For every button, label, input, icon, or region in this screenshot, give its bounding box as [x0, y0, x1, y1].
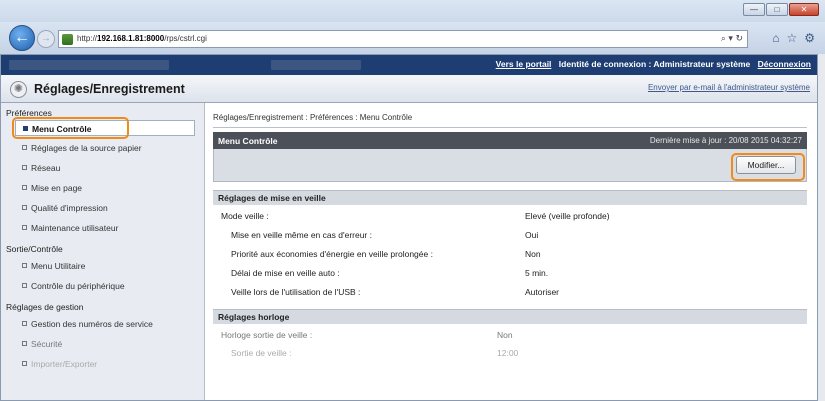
- bullet-icon: [22, 361, 27, 366]
- section-clock-settings: Réglages horloge: [213, 309, 807, 324]
- panel-toolbar: Modifier...: [213, 149, 807, 182]
- main-content: Réglages/Enregistrement : Préférences : …: [213, 103, 813, 400]
- logout-link[interactable]: Déconnexion: [758, 59, 811, 69]
- forward-button[interactable]: →: [37, 30, 55, 48]
- top-navigation-bar: Vers le portail Identité de connexion : …: [1, 55, 817, 75]
- bullet-icon: [22, 205, 27, 210]
- setting-label: Délai de mise en veille auto :: [231, 268, 340, 278]
- breadcrumb: Réglages/Enregistrement : Préférences : …: [213, 113, 413, 122]
- web-page: Vers le portail Identité de connexion : …: [0, 54, 818, 401]
- browser-navbar: ← → http://192.168.1.81:8000/rps/cstrl.c…: [0, 22, 825, 54]
- sidebar-item-label: Contrôle du périphérique: [31, 281, 125, 291]
- setting-value: Non: [525, 249, 541, 259]
- settings-logo-icon: ✺: [10, 81, 27, 98]
- sidebar-item-securite[interactable]: Sécurité: [15, 336, 195, 352]
- sidebar-item-controle-peripherique[interactable]: Contrôle du périphérique: [15, 278, 195, 294]
- highlight-outline: [731, 153, 805, 181]
- device-name-blurred: [9, 60, 169, 70]
- setting-label: Sortie de veille :: [231, 348, 292, 358]
- address-bar[interactable]: http://192.168.1.81:8000/rps/cstrl.cgi ⌕…: [58, 30, 748, 48]
- sidebar-section-reglages-gestion: Réglages de gestion: [6, 302, 84, 312]
- email-admin-link[interactable]: Envoyer par e-mail à l'administrateur sy…: [648, 83, 810, 92]
- sidebar-item-label: Qualité d'impression: [31, 203, 108, 213]
- setting-value: Non: [497, 330, 513, 340]
- bullet-icon: [22, 225, 27, 230]
- sidebar-item-label: Réglages de la source papier: [31, 143, 142, 153]
- sidebar: Préférences Menu Contrôle Réglages de la…: [1, 103, 205, 400]
- sidebar-item-label: Mise en page: [31, 183, 83, 193]
- setting-value: Autoriser: [525, 287, 560, 297]
- sidebar-item-source-papier[interactable]: Réglages de la source papier: [15, 140, 195, 156]
- last-update-timestamp: Dernière mise à jour : 20/08 2015 04:32:…: [649, 136, 802, 145]
- setting-value: 12:00: [497, 348, 519, 358]
- top-links: Vers le portail Identité de connexion : …: [491, 59, 811, 69]
- page-title: Réglages/Enregistrement: [34, 82, 185, 96]
- back-button[interactable]: ←: [9, 25, 35, 51]
- sidebar-item-reseau[interactable]: Réseau: [15, 160, 195, 176]
- bullet-icon: [22, 321, 27, 326]
- sidebar-item-label: Gestion des numéros de service: [31, 319, 153, 329]
- bullet-icon: [22, 263, 27, 268]
- sidebar-item-menu-utilitaire[interactable]: Menu Utilitaire: [15, 258, 195, 274]
- sidebar-item-numeros-service[interactable]: Gestion des numéros de service: [15, 316, 195, 332]
- sidebar-item-qualite[interactable]: Qualité d'impression: [15, 200, 195, 216]
- home-icon[interactable]: ⌂: [772, 31, 779, 45]
- sidebar-item-maintenance[interactable]: Maintenance utilisateur: [15, 220, 195, 236]
- favorites-star-icon[interactable]: ☆: [786, 31, 797, 45]
- setting-value: Oui: [525, 230, 539, 240]
- maximize-button[interactable]: □: [766, 3, 788, 16]
- bullet-icon: [22, 283, 27, 288]
- page-header: ✺ Réglages/Enregistrement Envoyer par e-…: [1, 75, 817, 103]
- section-sleep-settings: Réglages de mise en veille: [213, 190, 807, 205]
- setting-label: Priorité aux économies d'énergie en veil…: [231, 249, 433, 259]
- site-icon: [62, 34, 73, 45]
- bullet-icon: [22, 185, 27, 190]
- setting-label: Mode veille :: [221, 211, 269, 221]
- bullet-icon: [22, 145, 27, 150]
- close-window-button[interactable]: ✕: [789, 3, 819, 16]
- window-controls: — □ ✕: [743, 3, 819, 16]
- setting-label: Veille lors de l'utilisation de l'USB :: [231, 287, 361, 297]
- address-tools[interactable]: ⌕ ▾ ↻: [721, 33, 743, 44]
- setting-label: Mise en veille même en cas d'erreur :: [231, 230, 372, 240]
- highlight-outline: [12, 117, 129, 139]
- setting-value: 5 min.: [525, 268, 549, 278]
- settings-gear-icon[interactable]: ⚙: [804, 31, 815, 45]
- setting-value: Elevé (veille profonde): [525, 211, 610, 221]
- page-scrollbar[interactable]: [818, 54, 825, 401]
- sidebar-section-sortie-controle: Sortie/Contrôle: [6, 244, 63, 254]
- sidebar-item-label: Importer/Exporter: [31, 359, 98, 369]
- sidebar-item-importer-exporter[interactable]: Importer/Exporter: [15, 356, 195, 372]
- sidebar-item-label: Sécurité: [31, 339, 63, 349]
- minimize-button[interactable]: —: [743, 3, 765, 16]
- panel-header: Menu Contrôle Dernière mise à jour : 20/…: [213, 132, 807, 149]
- sidebar-item-label: Réseau: [31, 163, 61, 173]
- browser-toolbar-icons: ⌂ ☆ ⚙: [772, 31, 815, 45]
- bullet-icon: [22, 341, 27, 346]
- portal-link[interactable]: Vers le portail: [496, 59, 552, 69]
- sidebar-item-mise-en-page[interactable]: Mise en page: [15, 180, 195, 196]
- sidebar-item-label: Maintenance utilisateur: [31, 223, 119, 233]
- sidebar-item-label: Menu Utilitaire: [31, 261, 86, 271]
- panel-title: Menu Contrôle: [218, 136, 278, 146]
- divider: [213, 127, 807, 128]
- address-url[interactable]: http://192.168.1.81:8000/rps/cstrl.cgi: [77, 34, 207, 43]
- login-identity: Identité de connexion : Administrateur s…: [558, 59, 751, 69]
- bullet-icon: [22, 165, 27, 170]
- device-model-blurred: [271, 60, 361, 70]
- setting-label: Horloge sortie de veille :: [221, 330, 313, 340]
